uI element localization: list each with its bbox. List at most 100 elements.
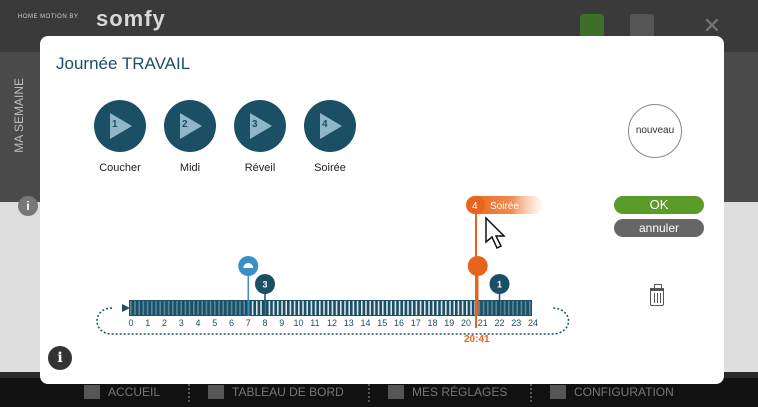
house-icon[interactable] — [630, 14, 654, 38]
nav-separator — [368, 384, 370, 402]
timeline-slot — [335, 301, 338, 315]
user-icon — [388, 385, 404, 399]
hour-tick-label: 11 — [310, 318, 319, 328]
hour-tick-label: 14 — [361, 318, 371, 328]
hour-tick-label: 20 — [461, 318, 471, 328]
timeline-slot — [327, 301, 329, 315]
timeline-slot — [285, 301, 287, 315]
timeline-slot — [453, 301, 455, 315]
timeline-slot — [239, 301, 241, 315]
timeline-slot — [209, 301, 212, 315]
timeline-slot — [201, 301, 203, 315]
nav-item-mes-reglages[interactable]: MES RÉGLAGES — [388, 385, 507, 399]
timeline-slot — [344, 301, 346, 315]
hour-tick-label: 10 — [294, 318, 304, 328]
timeline-slot — [356, 301, 359, 315]
timeline-slot — [230, 301, 233, 315]
moon-icon — [467, 256, 488, 276]
timeline-slot — [369, 301, 371, 315]
timeline-slot — [218, 301, 220, 315]
timeline-slot — [382, 301, 384, 315]
timeline-slot — [361, 301, 363, 315]
timeline-slot — [138, 301, 140, 315]
timeline-slot — [260, 301, 262, 315]
hour-tick-label: 7 — [246, 318, 251, 328]
timeline-slot — [243, 301, 245, 315]
hour-tick-label: 5 — [212, 318, 217, 328]
hour-tick-label: 1 — [145, 318, 150, 328]
timeline-slot — [214, 301, 216, 315]
timeline-slot — [415, 301, 418, 315]
timeline-slot — [151, 301, 153, 315]
nav-item-configuration[interactable]: CONFIGURATION — [550, 385, 674, 399]
hour-tick-label: 8 — [263, 318, 268, 328]
close-icon[interactable]: ✕ — [700, 14, 724, 38]
timeline-slot — [302, 301, 304, 315]
timeline-slot — [172, 301, 174, 315]
hour-tick-label: 6 — [229, 318, 234, 328]
home-icon — [84, 385, 100, 399]
tag-label: Soirée — [490, 201, 519, 212]
timeline-slot — [407, 301, 409, 315]
timeline-slot — [516, 301, 518, 315]
timeline-slot — [352, 301, 355, 315]
active-mode-tag[interactable]: 4 Soirée — [466, 196, 542, 214]
timeline-slot — [428, 301, 430, 315]
hour-tick-label: 3 — [179, 318, 184, 328]
timeline-slot — [163, 301, 166, 315]
hour-tick-label: 18 — [428, 318, 438, 328]
background-info-icon[interactable]: i — [18, 196, 38, 216]
timeline-slot — [281, 301, 283, 315]
timeline-slot — [470, 301, 472, 315]
timeline-slot — [298, 301, 300, 315]
hour-tick-label: 23 — [511, 318, 521, 328]
hour-tick-label: 22 — [495, 318, 505, 328]
timeline-slot — [277, 301, 279, 315]
timeline-slot — [331, 301, 334, 315]
timeline-slot — [167, 301, 170, 315]
timeline-slot — [146, 301, 149, 315]
timeline-slot — [180, 301, 182, 315]
right-panel-upper — [724, 52, 758, 202]
timeline-slot — [482, 301, 485, 315]
mouse-cursor-icon — [485, 216, 506, 250]
timeline-slot — [529, 301, 531, 315]
timeline-slot — [524, 301, 527, 315]
timeline-slot — [226, 301, 229, 315]
timeline-slot — [197, 301, 199, 315]
timeline-slot — [508, 301, 510, 315]
hour-tick-label: 0 — [129, 318, 134, 328]
nav-item-accueil[interactable]: ACCUEIL — [84, 385, 160, 399]
marker-number: 3 — [263, 280, 268, 290]
timeline-slot — [365, 301, 367, 315]
timeline-slot — [142, 301, 145, 315]
timeline-slot — [487, 301, 489, 315]
day-edit-dialog: Journée TRAVAIL 1 Coucher 2 Midi 3 Révei… — [40, 36, 724, 384]
timeline-slot — [314, 301, 317, 315]
timeline-slot — [512, 301, 514, 315]
timeline-slot — [184, 301, 187, 315]
app-top-icon[interactable] — [580, 14, 604, 38]
timeline-slot — [289, 301, 292, 315]
dashboard-icon — [208, 385, 224, 399]
timeline-slot — [134, 301, 136, 315]
timeline-slot — [520, 301, 523, 315]
nav-separator — [530, 384, 532, 402]
hour-tick-label: 16 — [394, 318, 404, 328]
timeline-slot — [323, 301, 325, 315]
day-timeline[interactable]: 0 1 2 3 4 5 6 7 8 9 10 11 12 13 14 15 16 17 18 19 20 21 22 23 24… — [40, 36, 724, 384]
timeline-slot — [432, 301, 434, 315]
timeline-slot — [419, 301, 422, 315]
timeline-slot — [436, 301, 439, 315]
tag-number: 4 — [472, 201, 478, 212]
timeline-slot — [478, 301, 481, 315]
timeline-slot — [293, 301, 296, 315]
nav-label: MES RÉGLAGES — [412, 385, 508, 399]
nav-item-tableau-de-bord[interactable]: TABLEAU DE BORD — [208, 385, 344, 399]
timeline-slot — [424, 301, 426, 315]
timeline-slot — [340, 301, 342, 315]
timeline-slot — [222, 301, 224, 315]
nav-separator — [188, 384, 190, 402]
timeline-slot — [373, 301, 376, 315]
gear-icon — [550, 385, 566, 399]
